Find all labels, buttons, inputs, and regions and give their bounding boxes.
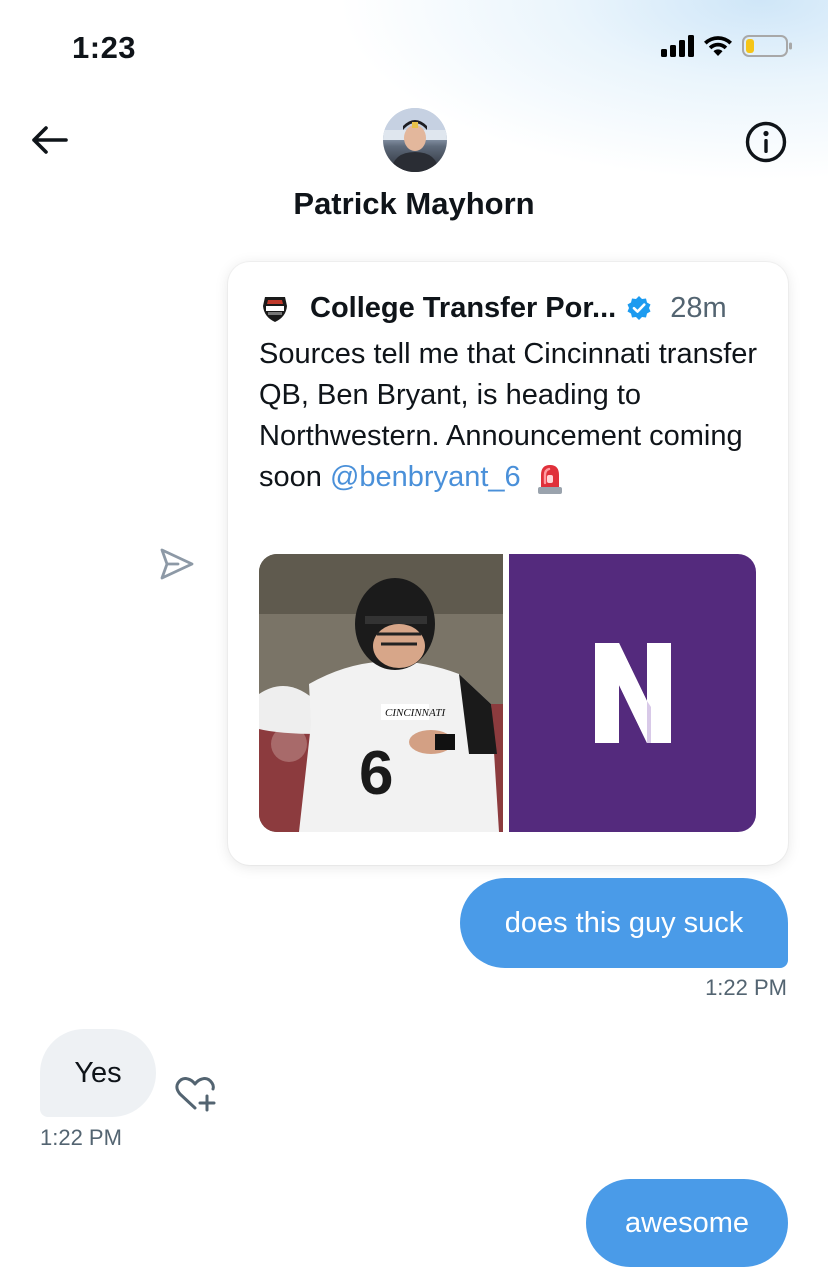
wifi-icon	[702, 34, 734, 58]
react-button[interactable]	[174, 1074, 220, 1114]
author-avatar[interactable]	[258, 291, 292, 325]
info-button[interactable]	[744, 120, 788, 164]
tweet-header: College Transfer Por... 28m	[258, 286, 758, 330]
message-timestamp: 1:22 PM	[705, 975, 787, 1000]
send-icon	[160, 548, 194, 580]
tweet-author-name[interactable]: College Transfer Por...	[310, 292, 616, 325]
message-timestamp: 1:22 PM	[40, 1125, 122, 1150]
northwestern-logo-image[interactable]: N	[509, 554, 756, 832]
avatar[interactable]	[383, 108, 447, 172]
message-text: awesome	[624, 1206, 750, 1239]
heart-plus-icon	[175, 1077, 216, 1112]
verified-badge-icon	[627, 296, 651, 320]
jersey-text: CINCINNATI	[385, 707, 446, 719]
status-icons	[661, 34, 794, 58]
tweet-body: Sources tell me that Cincinnati transfer…	[259, 334, 759, 498]
shared-tweet-card[interactable]: College Transfer Por... 28m Sources tell…	[228, 262, 788, 865]
message-bubble-sent[interactable]: awesome	[586, 1179, 788, 1267]
message-text: Yes	[74, 1056, 122, 1089]
tweet-media[interactable]: CINCINNATI 6 N	[259, 554, 756, 832]
back-button[interactable]	[28, 120, 72, 160]
message-bubble-sent[interactable]: does this guy suck	[460, 878, 788, 968]
mention-link[interactable]: @benbryant_6	[330, 461, 521, 493]
player-photo[interactable]: CINCINNATI 6	[259, 554, 503, 832]
siren-icon	[537, 465, 562, 495]
message-text: does this guy suck	[504, 906, 744, 939]
share-button[interactable]	[158, 546, 196, 582]
message-bubble-received[interactable]: Yes	[40, 1029, 156, 1117]
cellular-signal-icon	[661, 35, 694, 57]
arrow-left-icon	[32, 126, 68, 154]
battery-icon	[742, 34, 794, 58]
status-time: 1:23	[72, 30, 137, 65]
contact-name[interactable]: Patrick Mayhorn	[0, 186, 828, 222]
info-icon	[745, 121, 787, 163]
jersey-number: 6	[359, 739, 393, 808]
tweet-timestamp: 28m	[670, 291, 727, 324]
